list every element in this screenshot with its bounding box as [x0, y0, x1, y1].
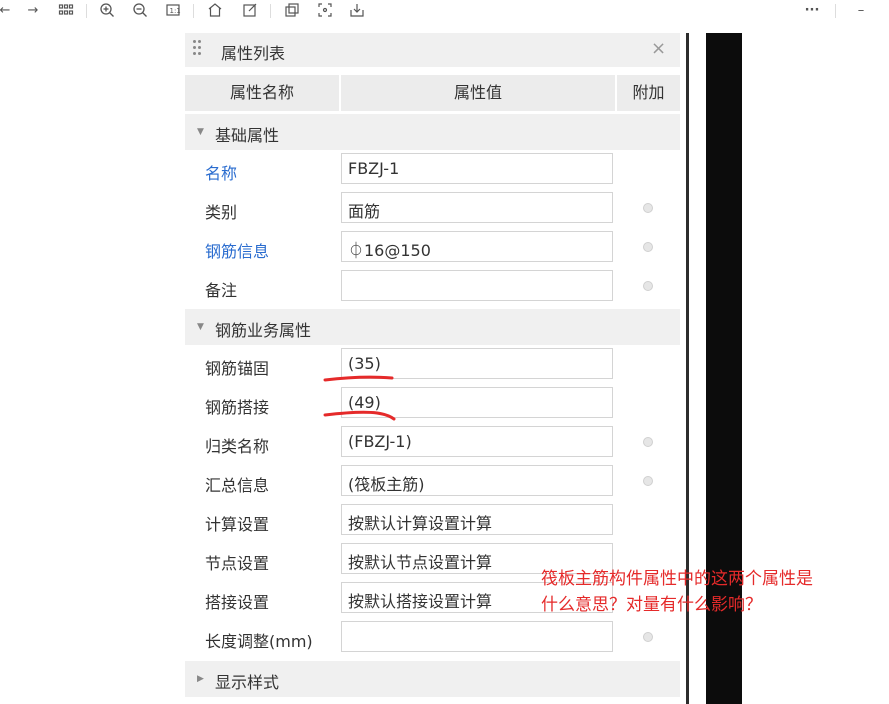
property-value: 按默认节点设置计算 — [348, 553, 493, 572]
property-row-remark: 备注 — [185, 268, 680, 307]
attach-checkbox[interactable] — [643, 242, 653, 252]
property-name: 备注 — [205, 281, 238, 300]
toolbar-divider — [86, 4, 87, 18]
attach-checkbox[interactable] — [643, 203, 653, 213]
property-name: 归类名称 — [205, 437, 270, 456]
property-value: (35) — [348, 354, 381, 373]
grid-icon[interactable] — [57, 2, 75, 20]
property-name[interactable]: 名称 — [205, 160, 237, 184]
close-icon[interactable]: × — [651, 38, 666, 59]
section-label: 基础属性 — [215, 126, 280, 145]
section-display-style[interactable]: ▶ 显示样式 — [185, 661, 680, 697]
property-value: 按默认计算设置计算 — [348, 514, 493, 533]
red-underline-anchorage — [323, 375, 394, 382]
attach-checkbox[interactable] — [643, 281, 653, 291]
question-annotation: 筏板主筋构件属性中的这两个属性是 什么意思？对量有什么影响？ — [541, 566, 881, 618]
attach-checkbox[interactable] — [643, 632, 653, 642]
property-row-category: 类别 面筋 — [185, 190, 680, 229]
toolbar-divider — [270, 4, 271, 18]
annotation-line-2: 什么意思？对量有什么影响？ — [541, 595, 762, 615]
property-name: 长度调整(mm) — [205, 632, 313, 651]
property-value-field[interactable]: ⏀16@150 — [341, 231, 613, 262]
property-name: 节点设置 — [205, 554, 270, 573]
red-underline-lap — [323, 410, 396, 421]
back-arrow-icon[interactable]: ← — [0, 2, 14, 20]
more-icon[interactable]: ··· — [800, 2, 824, 20]
section-rebar-business-properties[interactable]: ▼ 钢筋业务属性 — [185, 309, 680, 345]
property-value: ⏀16@150 — [348, 241, 431, 260]
property-name: 钢筋锚固 — [205, 359, 270, 378]
property-value-field[interactable] — [341, 621, 613, 652]
crop-icon[interactable] — [316, 2, 334, 20]
toolbar-divider — [835, 4, 836, 18]
property-value-field[interactable] — [341, 270, 613, 301]
collapse-triangle-icon[interactable]: ▼ — [197, 322, 204, 332]
section-label: 钢筋业务属性 — [215, 321, 312, 340]
zoom-in-icon[interactable] — [98, 2, 116, 20]
property-row-classify-name: 归类名称 (FBZJ-1) — [185, 424, 680, 463]
download-icon[interactable] — [348, 2, 366, 20]
collapse-triangle-icon[interactable]: ▼ — [197, 127, 204, 137]
top-toolbar: ← → 1:1 ··· – — [0, 0, 889, 24]
panel-title-bar[interactable]: 属性列表 × — [185, 33, 680, 67]
home-icon[interactable] — [206, 2, 224, 20]
property-row-summary-info: 汇总信息 (筏板主筋) — [185, 463, 680, 502]
property-value: 面筋 — [348, 202, 381, 221]
drag-grip-icon[interactable] — [193, 40, 203, 60]
property-value: (FBZJ-1) — [348, 432, 412, 451]
svg-text:1:1: 1:1 — [170, 7, 181, 15]
property-value: FBZJ-1 — [348, 159, 400, 178]
section-basic-properties[interactable]: ▼ 基础属性 — [185, 114, 680, 150]
forward-arrow-icon[interactable]: → — [24, 2, 42, 20]
property-value-field[interactable]: 按默认计算设置计算 — [341, 504, 613, 535]
column-header-value: 属性值 — [341, 75, 615, 111]
property-name[interactable]: 钢筋信息 — [205, 238, 269, 262]
toolbar-divider — [193, 4, 194, 18]
column-header-extra: 附加 — [617, 75, 680, 111]
property-row-rebar-lap: 钢筋搭接 (49) — [185, 385, 680, 424]
copy-icon[interactable] — [283, 2, 301, 20]
property-name: 计算设置 — [205, 515, 270, 534]
section-label: 显示样式 — [215, 673, 280, 692]
property-row-rebar-info: 钢筋信息 ⏀16@150 — [185, 229, 680, 268]
column-header-name: 属性名称 — [185, 75, 339, 111]
property-value: (筏板主筋) — [348, 475, 425, 494]
property-row-name: 名称 FBZJ-1 — [185, 151, 680, 190]
property-name: 类别 — [205, 203, 238, 222]
property-value-field[interactable]: (筏板主筋) — [341, 465, 613, 496]
property-name: 钢筋搭接 — [205, 398, 270, 417]
minimize-icon[interactable]: – — [852, 2, 870, 20]
attach-checkbox[interactable] — [643, 476, 653, 486]
property-value-field[interactable]: 面筋 — [341, 192, 613, 223]
fit-screen-icon[interactable]: 1:1 — [164, 2, 182, 20]
property-row-calc-settings: 计算设置 按默认计算设置计算 — [185, 502, 680, 541]
panel-title: 属性列表 — [221, 44, 286, 63]
property-value-field[interactable]: (FBZJ-1) — [341, 426, 613, 457]
property-name: 搭接设置 — [205, 593, 270, 612]
annotation-line-1: 筏板主筋构件属性中的这两个属性是 — [541, 569, 813, 589]
edit-icon[interactable] — [241, 2, 259, 20]
zoom-out-icon[interactable] — [131, 2, 149, 20]
attach-checkbox[interactable] — [643, 437, 653, 447]
property-row-rebar-anchorage: 钢筋锚固 (35) — [185, 346, 680, 385]
property-name: 汇总信息 — [205, 476, 270, 495]
property-value: 按默认搭接设置计算 — [348, 592, 493, 611]
property-row-length-adjust: 长度调整(mm) — [185, 619, 680, 658]
expand-triangle-icon[interactable]: ▶ — [197, 674, 204, 684]
property-value-field[interactable]: FBZJ-1 — [341, 153, 613, 184]
